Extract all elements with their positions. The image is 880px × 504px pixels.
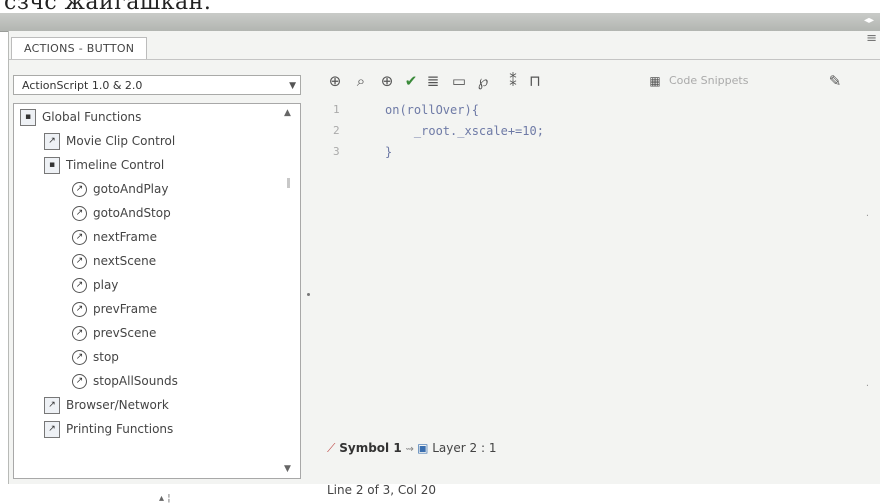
actions-toolbox-tree: ▪ Global Functions ↗ Movie Clip Control ▪ T… (13, 103, 301, 479)
add-statement-icon[interactable]: ⊕ (325, 71, 345, 91)
book-icon: ↗ (44, 397, 60, 414)
editor-scroll-mark: · (865, 381, 869, 392)
tree-item-prevframe[interactable]: ↗ prevFrame (72, 298, 157, 320)
function-icon: ↗ (72, 182, 87, 197)
function-icon: ↗ (72, 278, 87, 293)
symbol-icon[interactable]: ⟋ (327, 441, 335, 455)
tab-actions-button[interactable]: ACTIONS - BUTTON (11, 37, 148, 60)
tree-item-nextscene[interactable]: ↗ nextScene (72, 250, 156, 272)
splitter-handle-icon[interactable]: ▴ ¦ (159, 493, 171, 504)
tree-item-play[interactable]: ↗ play (72, 274, 118, 296)
line-number: 3 (333, 145, 340, 158)
layer-icon[interactable]: ▣ (417, 441, 428, 455)
panel-menu-icon[interactable]: ≡ (866, 31, 877, 46)
expand-icon[interactable]: ⊓ (525, 71, 545, 91)
debug-options-icon[interactable]: ℘ (473, 71, 493, 91)
pane-splitter-handle[interactable] (307, 293, 310, 296)
function-icon: ↗ (72, 230, 87, 245)
tree-item-nextframe[interactable]: ↗ nextFrame (72, 226, 157, 248)
tree-item-printing-functions[interactable]: ↗ Printing Functions (44, 418, 173, 440)
layer-label[interactable]: Layer 2 : 1 (432, 441, 496, 455)
line-number: 1 (333, 103, 340, 116)
tree-scrollbar[interactable]: ▲ ▼ (282, 108, 296, 474)
scroll-up-icon[interactable]: ▲ (284, 108, 291, 118)
tree-item-gotoandplay[interactable]: ↗ gotoAndPlay (72, 178, 168, 200)
auto-format-icon[interactable]: ≣ (423, 71, 443, 91)
script-toolbar: ⊕ ⌕ ⊕ ✔ ≣ ▭ ℘ ⁑ ⊓ ▦ Code Snippets ✎ (325, 71, 880, 95)
chevron-down-icon[interactable]: ▼ (289, 76, 296, 96)
actionscript-version-select[interactable]: ActionScript 1.0 & 2.0 ▼ (13, 75, 301, 95)
book-icon: ↗ (44, 421, 60, 438)
editor-scroll-mark: · (865, 211, 869, 222)
tree-item-global-functions[interactable]: ▪ Global Functions (20, 106, 141, 128)
actionscript-version-value: ActionScript 1.0 & 2.0 (22, 79, 143, 92)
pin-script-icon[interactable]: ⇝ (406, 444, 418, 455)
tree-item-timeline-control[interactable]: ▪ Timeline Control (44, 154, 164, 176)
function-icon: ↗ (72, 326, 87, 341)
function-icon: ↗ (72, 302, 87, 317)
tree-item-stopallsounds[interactable]: ↗ stopAllSounds (72, 370, 178, 392)
collapse-icon[interactable]: ⁑ (503, 71, 523, 91)
function-icon: ↗ (72, 350, 87, 365)
tree-item-gotoandstop[interactable]: ↗ gotoAndStop (72, 202, 171, 224)
book-open-icon: ▪ (20, 109, 36, 126)
line-number: 2 (333, 124, 340, 137)
scrollbar-thumb[interactable] (287, 178, 290, 188)
book-open-icon: ▪ (44, 157, 60, 174)
tree-item-stop[interactable]: ↗ stop (72, 346, 119, 368)
code-line[interactable]: } (385, 145, 392, 159)
actions-panel: ACTIONS - BUTTON ≡ ActionScript 1.0 & 2.… (8, 31, 880, 504)
code-snippets-button[interactable]: Code Snippets (669, 71, 748, 91)
symbol-label[interactable]: Symbol 1 (339, 441, 401, 455)
tree-item-movie-clip-control[interactable]: ↗ Movie Clip Control (44, 130, 175, 152)
tree-item-browser-network[interactable]: ↗ Browser/Network (44, 394, 169, 416)
code-line[interactable]: on(rollOver){ (385, 103, 479, 117)
script-assist-icon[interactable]: ✎ (825, 71, 845, 91)
code-snippets-icon[interactable]: ▦ (645, 71, 665, 91)
script-navigator-status: ⟋ Symbol 1 ⇝ ▣ Layer 2 : 1 (327, 441, 496, 461)
cursor-position-status: Line 2 of 3, Col 20 (327, 483, 437, 497)
script-editor[interactable]: 1 on(rollOver){ 2 _root._xscale+=10; 3 } (325, 101, 865, 421)
window-corner-icon[interactable]: ◂▸ (864, 15, 874, 26)
function-icon: ↗ (72, 254, 87, 269)
tab-divider (9, 59, 880, 60)
function-icon: ↗ (72, 374, 87, 389)
function-icon: ↗ (72, 206, 87, 221)
book-icon: ↗ (44, 133, 60, 150)
find-icon[interactable]: ⌕ (351, 71, 371, 91)
show-code-hint-icon[interactable]: ▭ (449, 71, 469, 91)
tree-item-prevscene[interactable]: ↗ prevScene (72, 322, 156, 344)
window-titlebar[interactable]: ◂▸ (0, 13, 880, 32)
scroll-down-icon[interactable]: ▼ (284, 464, 291, 474)
insert-target-path-icon[interactable]: ⊕ (377, 71, 397, 91)
code-line[interactable]: _root._xscale+=10; (385, 124, 544, 138)
check-syntax-icon[interactable]: ✔ (401, 71, 421, 91)
